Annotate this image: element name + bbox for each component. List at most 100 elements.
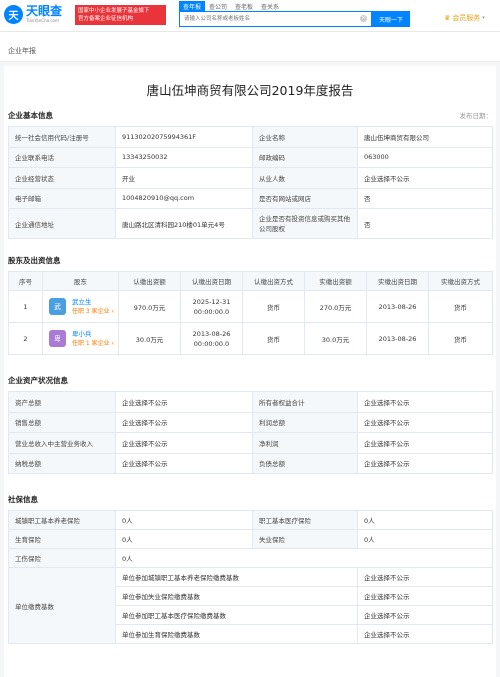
- table-row: 工伤保险 0人: [8, 548, 493, 568]
- assets-table: 资产总额 企业选择不公示 所有者权益合计 企业选择不公示 销售总额 企业选择不公…: [8, 391, 493, 474]
- column-header: 实缴出资额: [304, 271, 367, 291]
- field-label: 负债总额: [252, 452, 358, 474]
- search-input[interactable]: [180, 12, 360, 26]
- member-service-link[interactable]: ♛ 会员服务 ▾: [444, 13, 485, 23]
- field-value: 企业选择不公示: [357, 624, 493, 644]
- table-row: 销售总额 企业选择不公示 利润总额 企业选择不公示: [8, 411, 493, 433]
- social-security-header: 社保信息: [4, 492, 496, 506]
- logo[interactable]: 天 天眼查 TianYanCha.com: [4, 4, 62, 24]
- avatar[interactable]: 武: [49, 298, 66, 315]
- shareholder-header: 股东及出资信息: [4, 253, 496, 267]
- shareholder-table: 序号 股东 认缴出资额 认缴出资日期 认缴出资方式 实缴出资额 实缴出资日期 实…: [8, 271, 493, 355]
- field-label: 销售总额: [8, 411, 116, 433]
- basic-info-table: 统一社会信用代码/注册号 91130202075994361F 企业名称 唐山伍…: [8, 126, 493, 239]
- field-label: 电子邮箱: [8, 187, 116, 209]
- field-value: 企业选择不公示: [357, 167, 493, 189]
- table-row: 企业经营状态 开业 从业人数 企业选择不公示: [8, 167, 493, 189]
- field-label: 企业名称: [252, 126, 358, 148]
- shareholder-cell: 武 武立生 任职 3 家企业 ›: [45, 297, 116, 316]
- field-label: 企业联系电话: [8, 146, 116, 168]
- field-label: 单位参加失业保险缴费基数: [115, 586, 358, 606]
- banner-line-1: 国家中小企业发展子基金旗下: [78, 8, 150, 14]
- field-value: 企业选择不公示: [357, 391, 493, 413]
- section-title: 企业资产状况信息: [8, 375, 68, 385]
- field-label: 职工基本医疗保险: [252, 510, 358, 530]
- column-header: 认缴出资方式: [242, 271, 305, 291]
- field-label: 城镇职工基本养老保险: [8, 510, 116, 530]
- subscribed-method: 货币: [242, 290, 305, 323]
- table-row: 营业总收入中主营业务收入 企业选择不公示 净利润 企业选择不公示: [8, 432, 493, 454]
- logo-text: 天眼查 TianYanCha.com: [26, 4, 62, 24]
- field-label: 企业经营状态: [8, 167, 116, 189]
- section-title: 企业基本信息: [8, 110, 53, 120]
- field-value: 否: [357, 208, 493, 239]
- subscribed-method: 货币: [242, 322, 305, 355]
- field-value: 否: [357, 187, 493, 209]
- field-label: 净利润: [252, 432, 358, 454]
- table-row: 单位缴费基数 单位参加城镇职工基本养老保险缴费基数 企业选择不公示: [8, 567, 493, 644]
- field-value: 企业选择不公示: [115, 391, 253, 413]
- publish-date-label: 发布日期：: [459, 112, 493, 120]
- shareholder-cell: 卑 卑小兵 任职 1 家企业 ›: [45, 329, 116, 348]
- table-row: 资产总额 企业选择不公示 所有者权益合计 企业选择不公示: [8, 391, 493, 413]
- field-value: 唐山伍坤商贸有限公司: [357, 126, 493, 148]
- report-content: 唐山伍坤商贸有限公司2019年度报告 企业基本信息 发布日期： 统一社会信用代码…: [4, 66, 496, 677]
- column-header: 认缴出资日期: [180, 271, 243, 291]
- column-header: 实缴出资方式: [428, 271, 493, 291]
- avatar[interactable]: 卑: [49, 330, 66, 347]
- paid-date: 2013-08-26: [366, 290, 429, 323]
- column-header: 认缴出资额: [118, 271, 181, 291]
- table-row: 生育保险 0人 失业保险 0人: [8, 529, 493, 549]
- subscribed-date: 2013-08-26 00:00:00.0: [180, 322, 243, 355]
- field-label: 所有者权益合计: [252, 391, 358, 413]
- shareholder-name-link[interactable]: 卑小兵: [72, 329, 114, 339]
- field-value: 企业选择不公示: [357, 432, 493, 454]
- section-title: 社保信息: [8, 494, 38, 504]
- table-row: 2 卑 卑小兵 任职 1 家企业 › 30.0万元 2013-08-26 00:…: [8, 322, 493, 355]
- field-value: 0人: [115, 529, 253, 549]
- row-number: 1: [8, 290, 43, 323]
- member-label: 会员服务: [452, 14, 481, 22]
- field-value: 1004820910@qq.com: [115, 187, 253, 209]
- logo-domain: TianYanCha.com: [26, 18, 59, 23]
- field-value: 企业选择不公示: [357, 452, 493, 474]
- paid-amount: 270.0万元: [304, 290, 367, 323]
- field-value: 唐山路北区清科园210楼01单元4号: [115, 208, 253, 239]
- field-value: 91130202075994361F: [115, 126, 253, 148]
- field-label: 营业总收入中主营业务收入: [8, 432, 116, 454]
- table-row: 1 武 武立生 任职 3 家企业 › 970.0万元 2025-12-31 00…: [8, 290, 493, 323]
- shareholder-positions-link[interactable]: 任职 3 家企业 ›: [72, 307, 114, 316]
- banner-line-2: 官方备案企业征信机构: [78, 16, 134, 22]
- field-value: 开业: [115, 167, 253, 189]
- field-value: 企业选择不公示: [357, 586, 493, 606]
- search-button[interactable]: 天眼一下: [372, 11, 410, 27]
- field-label: 单位参加城镇职工基本养老保险缴费基数: [115, 567, 358, 587]
- clear-icon[interactable]: ×: [360, 15, 367, 22]
- assets-header: 企业资产状况信息: [4, 373, 496, 387]
- table-row: 纳税总额 企业选择不公示 负债总额 企业选择不公示: [8, 452, 493, 474]
- field-label: 单位参加职工基本医疗保险缴费基数: [115, 605, 358, 625]
- paid-method: 货币: [428, 322, 493, 355]
- field-value: 企业选择不公示: [115, 411, 253, 433]
- breadcrumb-item[interactable]: 企业年报: [8, 47, 36, 55]
- social-security-table: 城镇职工基本养老保险 0人 职工基本医疗保险 0人 生育保险 0人 失业保险 0…: [8, 510, 493, 644]
- field-label: 单位参加生育保险缴费基数: [115, 624, 358, 644]
- table-row: 城镇职工基本养老保险 0人 职工基本医疗保险 0人: [8, 510, 493, 530]
- subscribed-amount: 30.0万元: [118, 322, 181, 355]
- table-row: 企业联系电话 13343250032 邮政编码 063000: [8, 146, 493, 168]
- table-row: 企业通信地址 唐山路北区清科园210楼01单元4号 企业是否有投资信息或购买其他…: [8, 208, 493, 239]
- field-value: 企业选择不公示: [115, 432, 253, 454]
- field-value: 063000: [357, 146, 493, 168]
- table-row: 电子邮箱 1004820910@qq.com 是否有网站或网店 否: [8, 187, 493, 209]
- breadcrumb: 企业年报: [0, 32, 500, 62]
- field-label: 资产总额: [8, 391, 116, 413]
- shareholder-positions-link[interactable]: 任职 1 家企业 ›: [72, 339, 114, 348]
- row-number: 2: [8, 322, 43, 355]
- paid-method: 货币: [428, 290, 493, 323]
- table-row: 统一社会信用代码/注册号 91130202075994361F 企业名称 唐山伍…: [8, 126, 493, 148]
- shareholder-name-link[interactable]: 武立生: [72, 297, 114, 307]
- field-value: 0人: [115, 510, 253, 530]
- field-value: 13343250032: [115, 146, 253, 168]
- logo-name: 天眼查: [26, 4, 63, 18]
- field-value: 企业选择不公示: [357, 605, 493, 625]
